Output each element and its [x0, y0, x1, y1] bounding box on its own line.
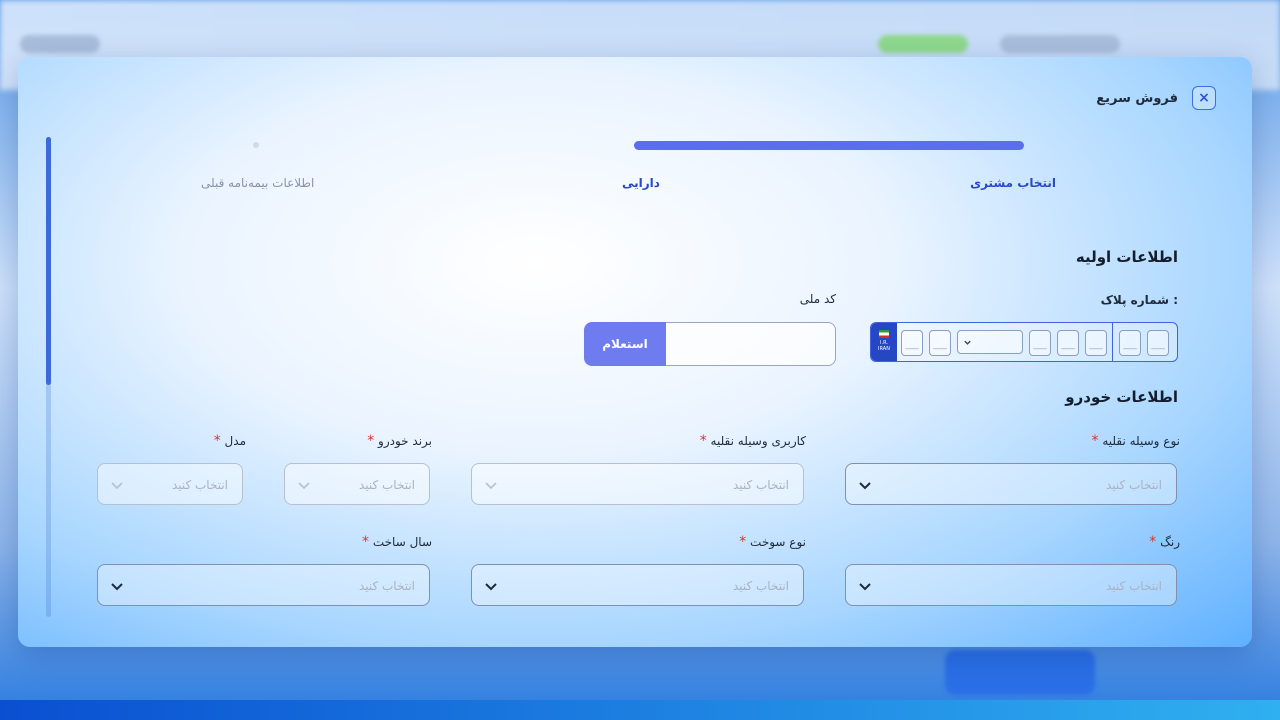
fuel-type-label: * نوع سوخت	[739, 534, 806, 550]
plate-digit-box[interactable]: ___	[1029, 330, 1051, 356]
step-previous-policy[interactable]: اطلاعات بیمه‌نامه قبلی	[201, 176, 314, 190]
background-button	[945, 650, 1095, 695]
iran-flag-icon: I.R. IRAN	[871, 323, 897, 361]
vehicle-type-select[interactable]: انتخاب کنید	[845, 463, 1177, 505]
modal-title: فروش سریع	[1096, 90, 1178, 106]
step-select-customer[interactable]: انتخاب مشتری	[970, 176, 1056, 190]
national-code-input[interactable]	[666, 322, 836, 366]
modal-header: فروش سریع ×	[1096, 85, 1216, 111]
plate-number-input: I.R. IRAN ___ ___ ___ ___ ___ ___ ___	[870, 322, 1178, 362]
plate-digit-box[interactable]: ___	[929, 330, 951, 356]
inquiry-button[interactable]: استعلام	[584, 322, 666, 366]
color-select[interactable]: انتخاب کنید	[845, 564, 1177, 606]
plate-digit-box[interactable]: ___	[1085, 330, 1107, 356]
national-code-label: کد ملی	[799, 292, 836, 306]
plate-digit-box[interactable]: ___	[901, 330, 923, 356]
model-label: * مدل	[213, 433, 246, 449]
year-label: * سال ساخت	[362, 534, 432, 550]
plate-digit-box[interactable]: ___	[1057, 330, 1079, 356]
background-balance-chip	[878, 35, 968, 53]
chevron-down-icon	[485, 583, 497, 591]
chevron-down-icon	[485, 482, 497, 490]
fuel-type-select[interactable]: انتخاب کنید	[471, 564, 804, 606]
chevron-down-icon	[111, 583, 123, 591]
plate-country: I.R. IRAN	[878, 340, 890, 352]
vehicle-type-label: * نوع وسیله نقلیه	[1091, 433, 1180, 449]
color-label: * رنگ	[1149, 534, 1180, 550]
step-asset[interactable]: دارایی	[622, 176, 660, 190]
quick-sale-modal: فروش سریع × انتخاب مشتری دارایی اطلاعات …	[18, 57, 1252, 647]
vehicle-usage-label: * کاربری وسیله نقلیه	[699, 433, 806, 449]
chevron-down-icon	[859, 482, 871, 490]
step-progress-bar	[634, 141, 1024, 150]
step-progress-dot	[253, 142, 259, 148]
model-select[interactable]: انتخاب کنید	[97, 463, 243, 505]
scrollbar-thumb[interactable]	[46, 137, 51, 385]
plate-divider	[1112, 323, 1113, 361]
brand-select[interactable]: انتخاب کنید	[284, 463, 430, 505]
plate-label: شماره پلاک :	[1100, 293, 1178, 307]
year-select[interactable]: انتخاب کنید	[97, 564, 430, 606]
vehicle-info-title: اطلاعات خودرو	[1065, 388, 1178, 406]
scrollbar[interactable]	[46, 137, 51, 617]
chevron-down-icon	[859, 583, 871, 591]
chevron-down-icon	[964, 340, 971, 345]
chevron-down-icon	[298, 482, 310, 490]
plate-letter-select[interactable]	[957, 330, 1023, 354]
background-footer	[0, 700, 1280, 720]
chevron-down-icon	[111, 482, 123, 490]
plate-region-box[interactable]: ___	[1119, 330, 1141, 356]
basic-info-title: اطلاعات اولیه	[1075, 248, 1178, 266]
close-button[interactable]: ×	[1192, 86, 1216, 110]
background-user-chip	[1000, 35, 1120, 53]
vehicle-usage-select[interactable]: انتخاب کنید	[471, 463, 804, 505]
plate-region-box[interactable]: ___	[1147, 330, 1169, 356]
background-home-chip	[20, 35, 100, 53]
brand-label: * برند خودرو	[367, 433, 432, 449]
national-code-group: استعلام	[584, 322, 836, 366]
